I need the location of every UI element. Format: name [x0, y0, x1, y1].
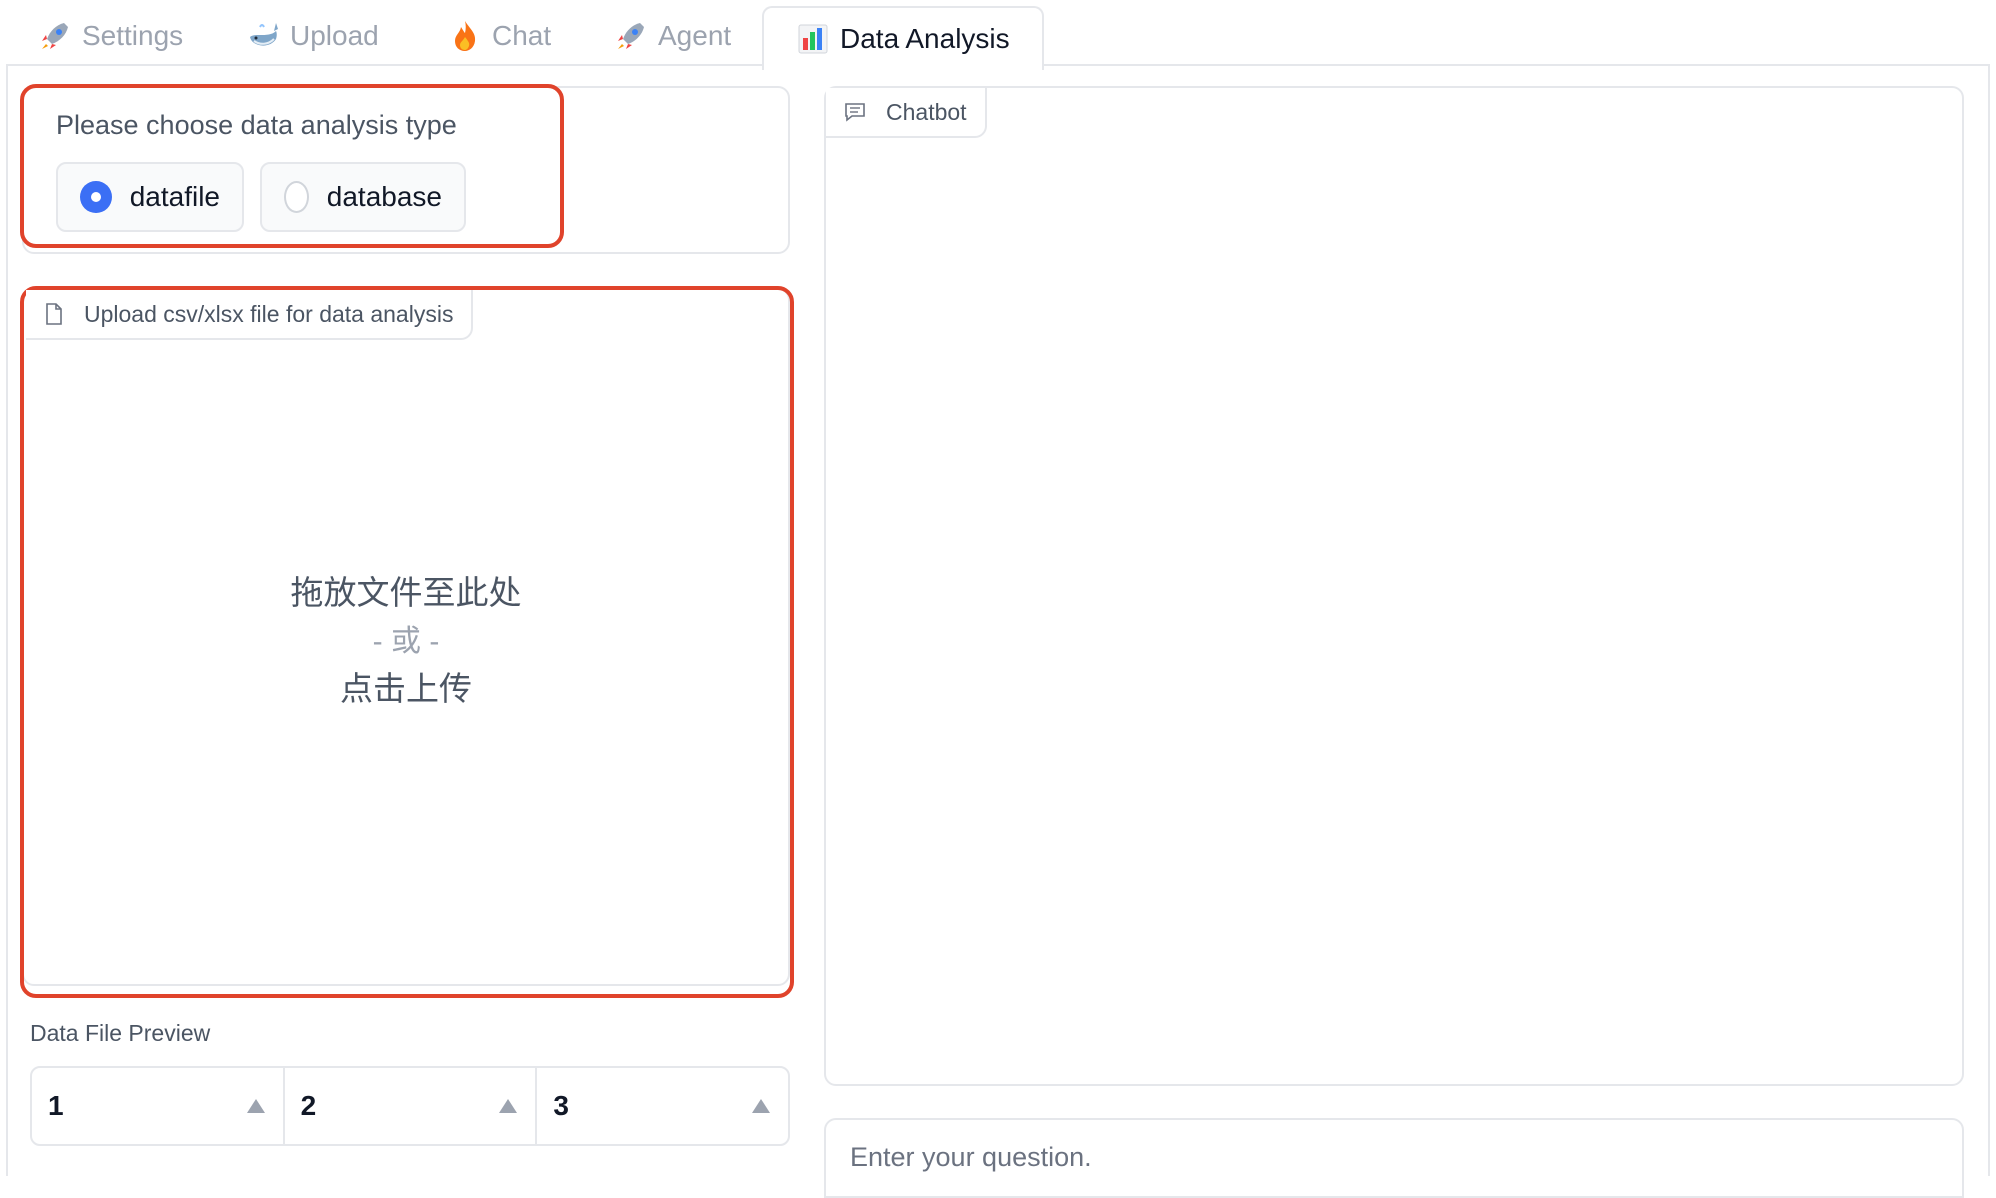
tab-label: Agent [658, 20, 732, 51]
upload-label-badge: Upload csv/xlsx file for data analysis [26, 290, 474, 340]
radio-unchecked-icon [284, 181, 309, 213]
chatbot-label-badge: Chatbot [826, 88, 987, 138]
drop-hint: 拖放文件至此处 [290, 574, 522, 611]
tab-bar: Settings Upload Chat Agent Data Analysis [0, 0, 1996, 70]
file-icon [46, 303, 62, 325]
tab-label: Settings [82, 20, 184, 51]
bar-chart-icon [798, 24, 828, 54]
radio-checked-icon [80, 181, 112, 213]
drop-or-divider: - 或 - [372, 625, 440, 658]
tab-data-analysis[interactable]: Data Analysis [762, 6, 1044, 70]
column-header[interactable]: 2 [285, 1068, 538, 1144]
fire-icon [455, 21, 476, 51]
tab-label: Chat [492, 20, 552, 51]
rocket-icon [42, 23, 68, 49]
chatbot-label: Chatbot [886, 98, 967, 125]
preview-label: Data File Preview [30, 1020, 211, 1046]
column-header-label: 2 [300, 1090, 317, 1121]
radio-label: datafile [129, 181, 220, 212]
sort-ascending-icon[interactable] [246, 1099, 265, 1113]
tab-upload[interactable]: Upload [246, 6, 379, 66]
rocket-icon [618, 23, 644, 49]
tab-settings[interactable]: Settings [38, 6, 183, 66]
sort-ascending-icon[interactable] [752, 1099, 771, 1113]
column-header-label: 1 [48, 1090, 64, 1121]
upload-label: Upload csv/xlsx file for data analysis [84, 300, 454, 327]
tab-agent[interactable]: Agent [614, 6, 731, 66]
sort-ascending-icon[interactable] [499, 1099, 518, 1113]
column-header[interactable]: 1 [32, 1068, 285, 1144]
radio-datafile[interactable]: datafile [56, 162, 244, 232]
click-to-upload[interactable]: 点击上传 [22, 662, 790, 710]
radio-database[interactable]: database [260, 162, 466, 232]
tab-label: Upload [290, 20, 379, 51]
radio-label: database [326, 181, 442, 212]
tab-chat[interactable]: Chat [448, 6, 551, 66]
chatbot-panel [824, 86, 1964, 1086]
whale-icon [250, 23, 278, 46]
chat-bubble-icon [845, 103, 865, 122]
tab-label: Data Analysis [840, 23, 1010, 54]
column-header-label: 3 [553, 1090, 569, 1121]
preview-table-header: 1 2 3 [30, 1066, 790, 1146]
column-header[interactable]: 3 [537, 1068, 788, 1144]
analysis-type-label: Please choose data analysis type [56, 110, 457, 140]
question-placeholder[interactable]: Enter your question. [850, 1142, 1092, 1173]
